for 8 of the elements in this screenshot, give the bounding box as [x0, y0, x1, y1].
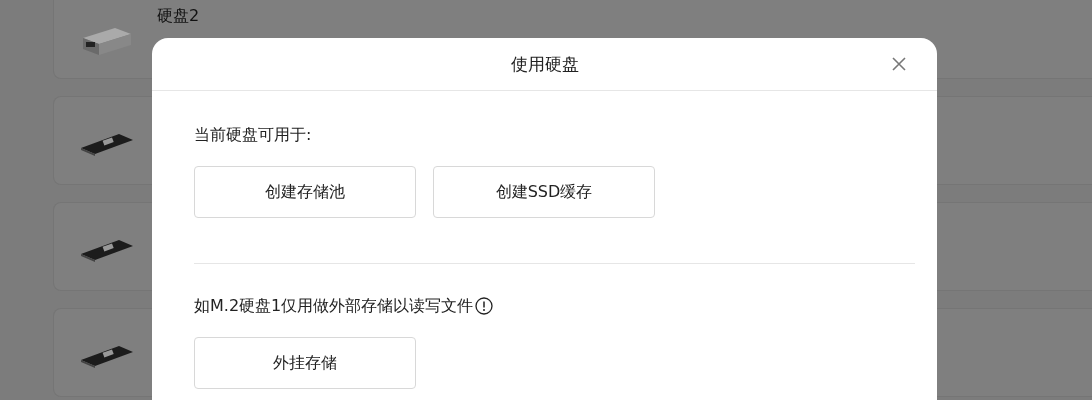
option-button[interactable]: 创建存储池: [194, 166, 416, 218]
option-button[interactable]: 外挂存储: [194, 337, 416, 389]
option-button[interactable]: 创建SSD缓存: [433, 166, 655, 218]
dialog-title: 使用硬盘: [510, 52, 579, 76]
section-label: 如M.2硬盘1仅用做外部存储以读写文件: [194, 295, 474, 317]
disk-name: 硬盘2: [157, 6, 200, 27]
section-label: 当前硬盘可用于:: [194, 124, 312, 146]
info-icon[interactable]: [475, 297, 494, 315]
